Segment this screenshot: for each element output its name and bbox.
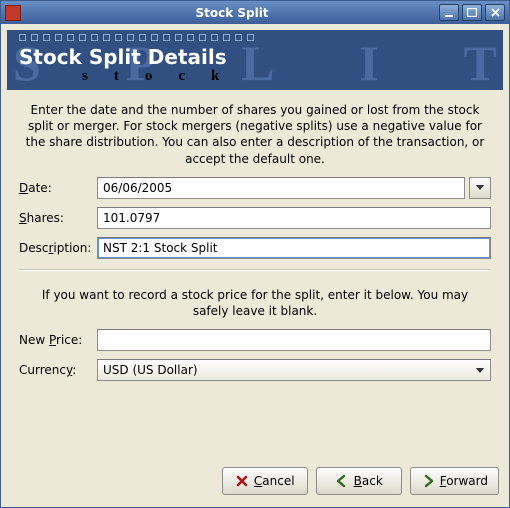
currency-combo[interactable]: USD (US Dollar): [97, 359, 491, 381]
date-picker-button[interactable]: [469, 177, 491, 199]
new-price-input[interactable]: [97, 329, 491, 351]
window-title: Stock Split: [25, 6, 439, 20]
close-button[interactable]: [485, 4, 505, 21]
cancel-button[interactable]: Cancel: [222, 467, 308, 495]
date-input[interactable]: [97, 177, 465, 199]
titlebar[interactable]: Stock Split: [1, 1, 509, 24]
button-bar: Cancel Back Forward: [1, 457, 509, 507]
back-button[interactable]: Back: [316, 467, 402, 495]
date-label: Date:: [19, 181, 97, 195]
forward-label: orward: [446, 474, 488, 488]
window: Stock Split SPLIT stock Stock Split Deta…: [0, 0, 510, 508]
chevron-down-icon: [476, 185, 484, 190]
currency-label: Currency:: [19, 363, 97, 377]
new-price-label: New Price:: [19, 333, 97, 347]
separator: [19, 269, 491, 271]
back-label: ack: [362, 474, 383, 488]
shares-label: Shares:: [19, 211, 97, 225]
description-label: Description:: [19, 241, 97, 255]
instructions-top: Enter the date and the number of shares …: [19, 102, 491, 177]
currency-dropdown-button[interactable]: [470, 360, 490, 380]
maximize-button[interactable]: [462, 4, 482, 21]
content: SPLIT stock Stock Split Details Enter th…: [1, 24, 509, 507]
forward-icon: [421, 474, 435, 488]
currency-value: USD (US Dollar): [103, 363, 198, 377]
banner-subword: stock: [82, 68, 245, 85]
app-icon: [5, 5, 21, 21]
description-input[interactable]: [97, 237, 491, 259]
cancel-icon: [235, 474, 249, 488]
chevron-down-icon: [476, 368, 484, 373]
banner-headline: Stock Split Details: [19, 45, 227, 69]
form-area: Enter the date and the number of shares …: [1, 90, 509, 457]
shares-input[interactable]: [97, 207, 491, 229]
banner: SPLIT stock Stock Split Details: [7, 30, 503, 90]
forward-button[interactable]: Forward: [410, 467, 499, 495]
banner-squares: [19, 34, 254, 41]
back-icon: [335, 474, 349, 488]
minimize-button[interactable]: [439, 4, 459, 21]
cancel-label: ancel: [262, 474, 294, 488]
instructions-bottom: If you want to record a stock price for …: [19, 281, 491, 329]
